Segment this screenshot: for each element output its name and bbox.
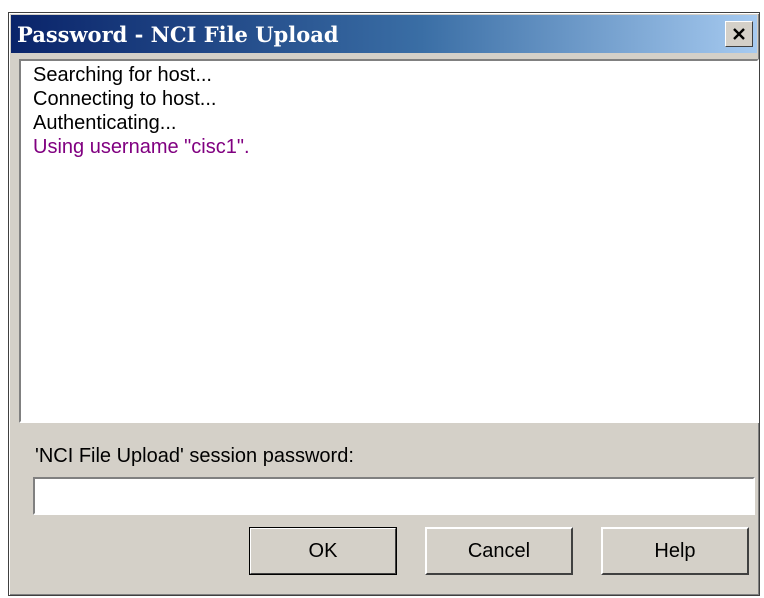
window-title: Password - NCI File Upload — [17, 21, 339, 47]
log-line-4: Using username "cisc1". — [33, 136, 250, 158]
log-line-3: Authenticating... — [33, 112, 177, 134]
close-icon — [733, 28, 745, 40]
password-input[interactable] — [33, 477, 755, 515]
log-line-1: Searching for host... — [33, 64, 212, 86]
password-label: 'NCI File Upload' session password: — [35, 445, 354, 467]
cancel-button[interactable]: Cancel — [425, 527, 573, 575]
ok-button[interactable]: OK — [249, 527, 397, 575]
log-line-2: Connecting to host... — [33, 88, 217, 110]
session-log[interactable]: Searching for host... Connecting to host… — [19, 59, 759, 423]
password-dialog: Password - NCI File Upload Searching for… — [8, 12, 760, 596]
title-bar[interactable]: Password - NCI File Upload — [11, 15, 757, 53]
close-button[interactable] — [725, 21, 753, 47]
help-button[interactable]: Help — [601, 527, 749, 575]
